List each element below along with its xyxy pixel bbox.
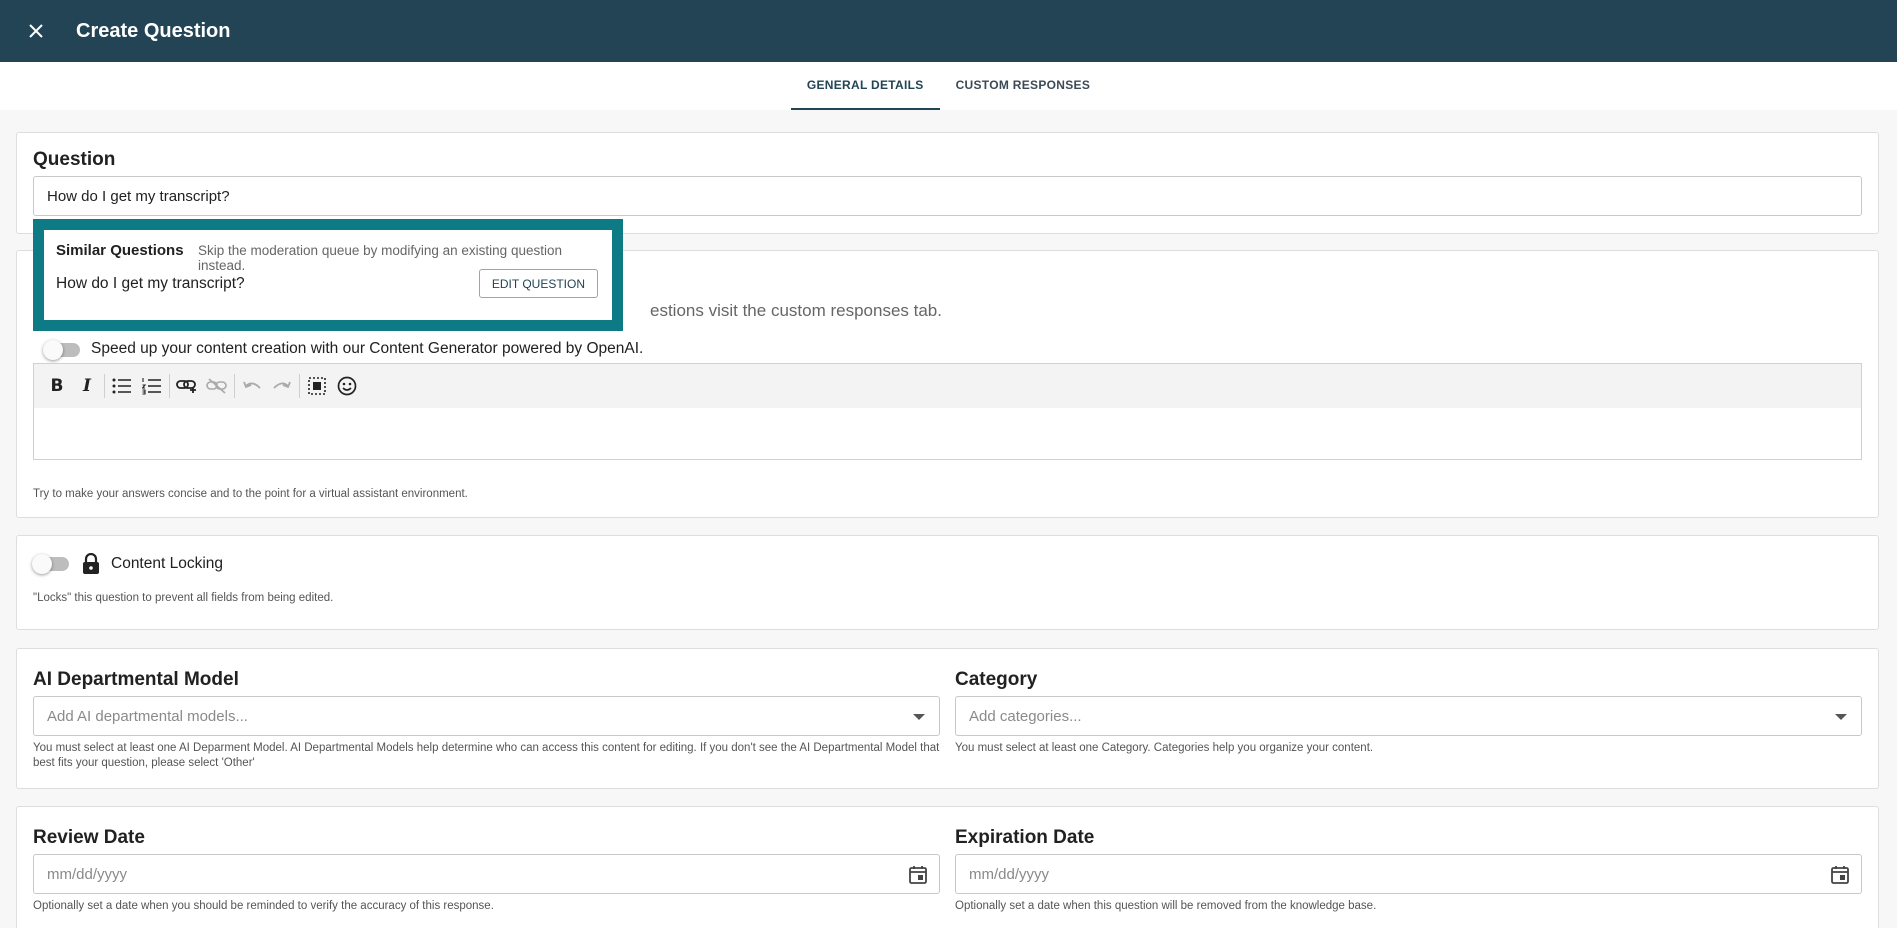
bold-button[interactable]: B: [42, 371, 72, 401]
dropdown-arrow-icon: [913, 714, 925, 720]
category-helper: You must select at least one Category. C…: [955, 742, 1374, 754]
ai-model-select[interactable]: Add AI departmental models...: [33, 696, 940, 736]
dates-card: Review Date mm/dd/yyyy Optionally set a …: [16, 806, 1879, 928]
toolbar-divider: [234, 374, 235, 398]
select-all-icon: [308, 377, 326, 395]
ai-model-helper: You must select at least one AI Deparmen…: [33, 742, 940, 769]
similar-question-item: How do I get my transcript?: [56, 275, 245, 292]
undo-button[interactable]: [237, 371, 267, 401]
unlink-icon: [206, 378, 227, 394]
tab-custom-responses[interactable]: CUSTOM RESPONSES: [940, 62, 1107, 110]
ai-model-placeholder: Add AI departmental models...: [47, 707, 248, 725]
custom-responses-hint: estions visit the custom responses tab.: [650, 301, 942, 320]
redo-button[interactable]: [267, 371, 297, 401]
close-button[interactable]: [22, 17, 50, 45]
content-locking-label: Content Locking: [111, 555, 224, 572]
classification-card: AI Departmental Model Add AI departmenta…: [16, 648, 1879, 789]
question-input-value: How do I get my transcript?: [47, 187, 230, 205]
emoji-icon: [337, 376, 357, 396]
expiration-date-input[interactable]: mm/dd/yyyy: [955, 854, 1862, 894]
content-locking-toggle[interactable]: [32, 554, 69, 574]
dropdown-arrow-icon: [1835, 714, 1847, 720]
page-title: Create Question: [76, 19, 231, 42]
tab-general-details[interactable]: GENERAL DETAILS: [790, 62, 940, 110]
similar-questions-popup: Similar Questions Skip the moderation qu…: [33, 219, 623, 331]
emoji-button[interactable]: [332, 371, 362, 401]
content-generator-toggle[interactable]: [43, 340, 80, 360]
lock-icon: [83, 553, 99, 574]
ai-model-label: AI Departmental Model: [33, 669, 239, 690]
edit-question-button[interactable]: EDIT QUESTION: [478, 269, 598, 298]
calendar-icon[interactable]: [909, 865, 927, 884]
tab-bar: GENERAL DETAILS CUSTOM RESPONSES: [0, 62, 1897, 110]
answer-helper: Try to make your answers concise and to …: [33, 488, 468, 500]
expiration-date-label: Expiration Date: [955, 827, 1095, 848]
link-button[interactable]: [172, 371, 202, 401]
app-header: Create Question: [0, 0, 1897, 62]
select-all-button[interactable]: [302, 371, 332, 401]
redo-icon: [273, 381, 291, 389]
numbered-list-button[interactable]: [137, 371, 167, 401]
review-date-input[interactable]: mm/dd/yyyy: [33, 854, 940, 894]
expiration-date-helper: Optionally set a date when this question…: [955, 900, 1377, 912]
undo-icon: [243, 381, 261, 389]
toolbar-divider: [299, 374, 300, 398]
category-label: Category: [955, 669, 1038, 690]
review-date-helper: Optionally set a date when you should be…: [33, 900, 494, 912]
review-date-label: Review Date: [33, 827, 145, 848]
content-generator-label: Speed up your content creation with our …: [91, 340, 644, 357]
link-icon: [176, 380, 196, 393]
review-date-placeholder: mm/dd/yyyy: [47, 865, 128, 883]
content-locking-card: Content Locking "Locks" this question to…: [16, 535, 1879, 630]
answer-editor[interactable]: [33, 408, 1862, 460]
close-icon: [29, 24, 43, 38]
editor-toolbar: B I: [33, 363, 1862, 409]
italic-button[interactable]: I: [72, 371, 102, 401]
toolbar-divider: [169, 374, 170, 398]
calendar-icon[interactable]: [1831, 865, 1849, 884]
italic-icon: I: [83, 376, 91, 396]
numbered-list-icon: [142, 378, 161, 395]
question-label: Question: [33, 149, 116, 170]
bold-icon: B: [50, 376, 64, 396]
category-select[interactable]: Add categories...: [955, 696, 1862, 736]
toolbar-divider: [104, 374, 105, 398]
bullet-list-button[interactable]: [107, 371, 137, 401]
category-placeholder: Add categories...: [969, 707, 1082, 725]
bullet-list-icon: [112, 378, 131, 394]
content-locking-helper: "Locks" this question to prevent all fie…: [33, 592, 334, 604]
unlink-button[interactable]: [202, 371, 232, 401]
expiration-date-placeholder: mm/dd/yyyy: [969, 865, 1050, 883]
similar-questions-title: Similar Questions: [56, 242, 184, 259]
question-input[interactable]: How do I get my transcript?: [33, 176, 1862, 216]
